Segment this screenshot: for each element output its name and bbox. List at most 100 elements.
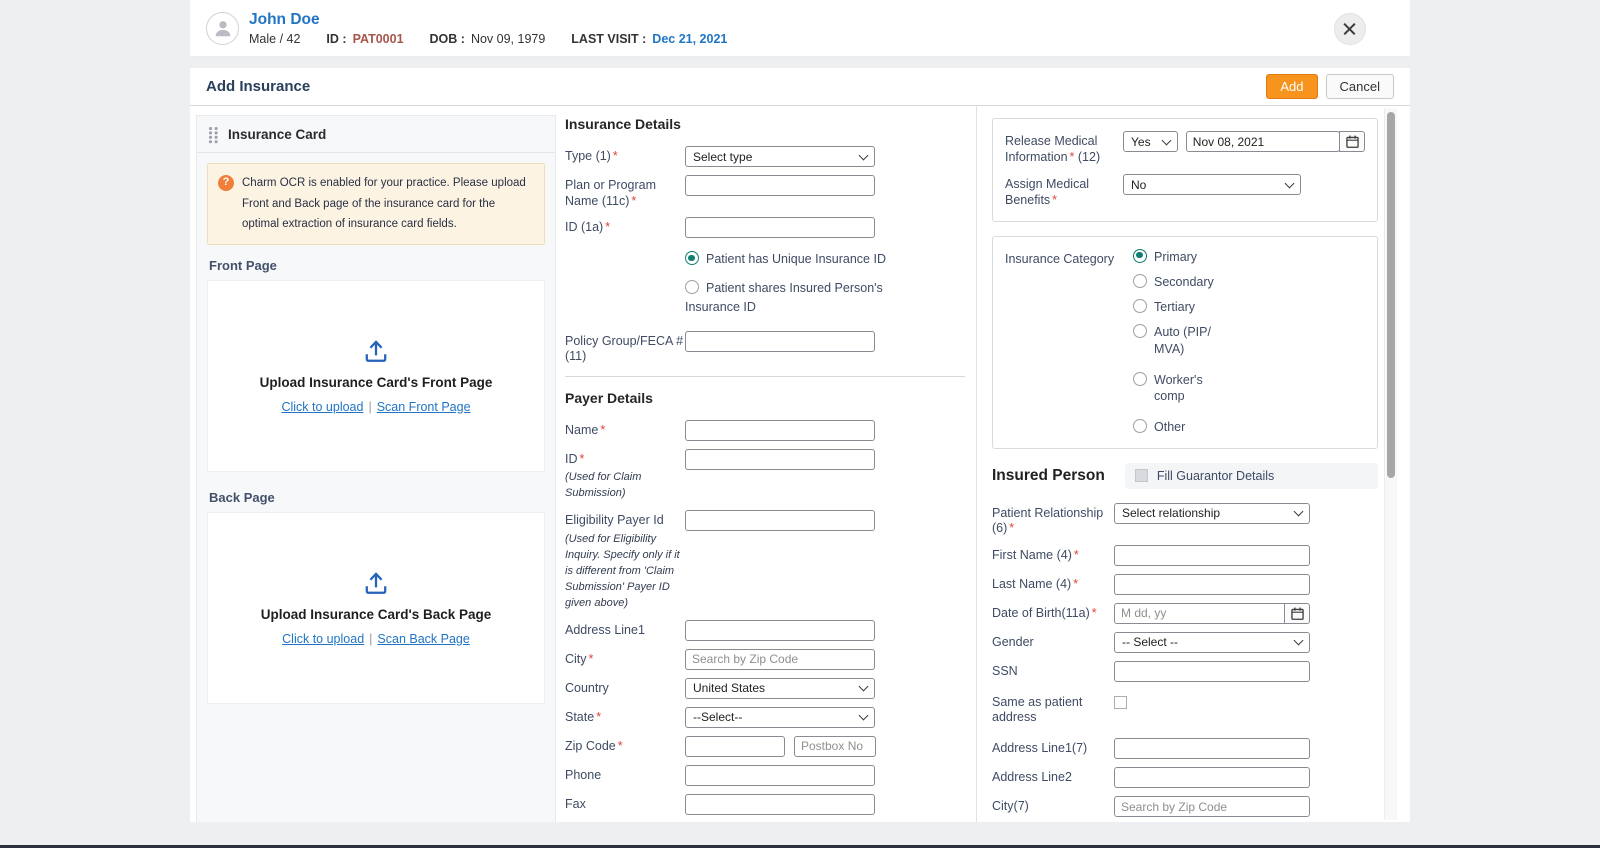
close-icon[interactable] [1334,13,1366,45]
plan-name-input[interactable] [685,175,875,196]
cancel-button[interactable]: Cancel [1326,74,1394,99]
gender-select[interactable]: -- Select -- [1114,632,1310,653]
front-click-to-upload-link[interactable]: Click to upload [281,400,363,414]
chevron-down-icon [859,711,869,721]
insured-address2-input[interactable] [1114,767,1310,788]
person-icon [212,17,234,39]
radio-unselected-icon[interactable] [1133,419,1147,433]
policy-group-input[interactable] [685,331,875,352]
release-medical-info-select[interactable]: Yes [1123,131,1178,152]
patient-dob-label: DOB : [430,32,465,46]
last-name-input[interactable] [1114,574,1310,595]
form-content: Insurance Card ? Charm OCR is enabled fo… [190,106,1410,822]
insurance-category-box: Insurance Category Primary Secondary Ter… [992,236,1378,449]
chevron-down-icon [859,682,869,692]
category-workers-comp-radio[interactable]: Worker's comp [1133,372,1237,405]
insured-dob-input[interactable] [1114,603,1285,624]
same-address-label: Same as patient address [992,692,1114,726]
back-page-dropzone[interactable]: Upload Insurance Card's Back Page Click … [207,512,545,704]
calendar-icon[interactable] [1284,603,1310,624]
category-tertiary-radio[interactable]: Tertiary [1133,299,1237,315]
drag-handle-icon[interactable] [209,126,218,142]
radio-selected-icon[interactable] [685,251,699,265]
front-page-dropzone[interactable]: Upload Insurance Card's Front Page Click… [207,280,545,472]
insurance-details-column: Insurance Details Type (1)* Select type … [565,116,965,822]
radio-unselected-icon[interactable] [685,280,699,294]
patient-relationship-select[interactable]: Select relationship [1114,503,1310,524]
upload-icon [363,339,389,363]
payer-phone-input[interactable] [685,765,875,786]
payer-name-label: Name* [565,420,685,439]
release-date-input[interactable] [1186,131,1340,152]
column-divider [976,106,977,822]
link-separator: | [369,632,372,646]
payer-postbox-input[interactable] [794,736,876,757]
insured-address1-label: Address Line1(7) [992,738,1114,757]
eligibility-payer-id-input[interactable] [685,510,875,531]
payer-zip-input[interactable] [685,736,785,757]
add-button[interactable]: Add [1266,74,1317,99]
ssn-input[interactable] [1114,661,1310,682]
type-select[interactable]: Select type [685,146,875,167]
same-address-checkbox[interactable] [1114,696,1127,709]
payer-address1-input[interactable] [685,620,875,641]
link-separator: | [368,400,371,414]
eligibility-payer-id-label: Eligibility Payer Id(Used for Eligibilit… [565,510,685,611]
title-bar: Add Insurance Add Cancel [190,68,1410,106]
release-benefits-box: Release Medical Information* (12) Yes [992,118,1378,222]
last-visit-value[interactable]: Dec 21, 2021 [652,32,727,46]
fill-guarantor-row: Fill Guarantor Details [1125,463,1378,489]
category-secondary-radio[interactable]: Secondary [1133,274,1263,290]
payer-state-select[interactable]: --Select-- [685,707,875,728]
radio-shared-insurance-id[interactable]: Patient shares Insured Person's Insuranc… [685,279,899,317]
back-upload-text: Upload Insurance Card's Back Page [261,607,492,622]
insured-address1-input[interactable] [1114,738,1310,759]
first-name-input[interactable] [1114,545,1310,566]
radio-unselected-icon[interactable] [1133,372,1147,386]
chevron-down-icon [1294,507,1304,517]
back-click-to-upload-link[interactable]: Click to upload [282,632,364,646]
gender-label: Gender [992,632,1114,651]
patient-id-value: PAT0001 [353,32,404,46]
release-medical-info-label: Release Medical Information* (12) [1005,131,1123,165]
category-primary-radio[interactable]: Primary [1133,249,1237,265]
front-upload-text: Upload Insurance Card's Front Page [260,375,493,390]
fill-guarantor-label: Fill Guarantor Details [1157,469,1274,483]
back-page-label: Back Page [209,490,543,505]
radio-unselected-icon[interactable] [1133,324,1147,338]
radio-unselected-icon[interactable] [1133,299,1147,313]
payer-country-select[interactable]: United States [685,678,875,699]
scrollbar-thumb[interactable] [1387,112,1395,478]
calendar-icon[interactable] [1339,131,1365,152]
assign-benefits-select[interactable]: No [1123,174,1301,195]
category-other-radio[interactable]: Other [1133,419,1263,435]
payer-phone-label: Phone [565,765,685,784]
vertical-scrollbar[interactable] [1384,108,1397,820]
section-divider [565,376,965,377]
category-auto-radio[interactable]: Auto (PIP/ MVA) [1133,324,1263,357]
payer-name-input[interactable] [685,420,875,441]
patient-demographics: Male / 42 [249,32,300,46]
fill-guarantor-checkbox[interactable] [1135,469,1148,482]
payer-id-input[interactable] [685,449,875,470]
chevron-down-icon [1161,135,1171,145]
first-name-label: First Name (4)* [992,545,1114,564]
patient-name[interactable]: John Doe [249,11,727,29]
ocr-notice: ? Charm OCR is enabled for your practice… [207,163,545,245]
payer-id-label: ID*(Used for Claim Submission) [565,449,685,503]
scan-back-page-link[interactable]: Scan Back Page [377,632,469,646]
insured-city-input[interactable] [1114,796,1310,817]
patient-id-label: ID : [326,32,346,46]
payer-fax-input[interactable] [685,794,875,815]
payer-city-input[interactable] [685,649,875,670]
radio-unique-insurance-id[interactable]: Patient has Unique Insurance ID [685,250,899,269]
insurance-id-label: ID (1a)* [565,217,685,236]
scan-front-page-link[interactable]: Scan Front Page [377,400,471,414]
radio-selected-icon[interactable] [1133,249,1147,263]
last-name-label: Last Name (4)* [992,574,1114,593]
insurance-id-input[interactable] [685,217,875,238]
radio-unselected-icon[interactable] [1133,274,1147,288]
insured-dob-label: Date of Birth(11a)* [992,603,1114,622]
plan-name-label: Plan or Program Name (11c)* [565,175,685,209]
payer-zip-label: Zip Code* [565,736,685,755]
